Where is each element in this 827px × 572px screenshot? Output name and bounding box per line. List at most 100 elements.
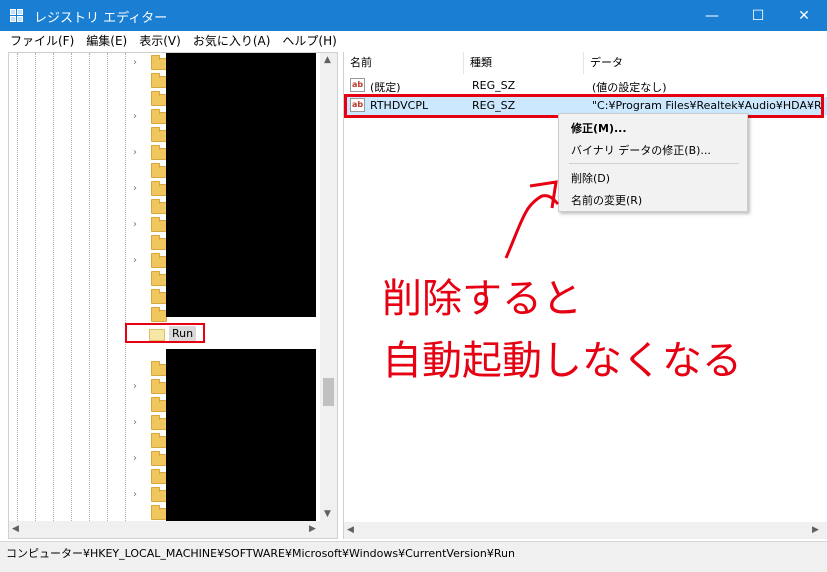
folder-icon (151, 415, 167, 430)
chevron-right-icon[interactable]: › (133, 417, 137, 428)
chevron-right-icon[interactable]: › (133, 183, 137, 194)
folder-icon (151, 397, 167, 412)
scroll-right-icon[interactable]: ▶ (309, 524, 316, 534)
context-menu: 修正(M)... バイナリ データの修正(B)... 削除(D) 名前の変更(R… (558, 113, 748, 212)
annotation-line-2: 自動起動しなくなる (382, 338, 742, 384)
menu-help[interactable]: ヘルプ(H) (276, 31, 342, 51)
maximize-button[interactable]: ☐ (735, 0, 781, 31)
tree-item[interactable] (129, 127, 169, 145)
scroll-left-icon[interactable]: ◀ (12, 524, 19, 534)
column-header-data[interactable]: データ (584, 52, 827, 74)
scroll-down-icon[interactable]: ▼ (324, 509, 331, 519)
folder-icon (151, 73, 167, 88)
folder-icon (151, 217, 167, 232)
context-menu-modify-binary[interactable]: バイナリ データの修正(B)... (571, 142, 711, 158)
tree-scroll-thumb[interactable] (323, 378, 334, 406)
folder-icon (151, 91, 167, 106)
tree-vertical-scrollbar[interactable]: ▲ ▼ (320, 53, 337, 523)
folder-icon (151, 109, 167, 124)
folder-icon (151, 271, 167, 286)
tree-item[interactable]: › (129, 379, 169, 397)
value-data: (値の設定なし) (592, 81, 667, 94)
tree-item[interactable] (129, 199, 169, 217)
chevron-right-icon[interactable]: › (133, 219, 137, 230)
chevron-right-icon[interactable]: › (133, 147, 137, 158)
menu-file[interactable]: ファイル(F) (4, 31, 80, 51)
folder-icon (151, 181, 167, 196)
folder-icon (151, 487, 167, 502)
window-title: レジストリ エディター (34, 11, 168, 26)
tree-item[interactable] (129, 163, 169, 181)
menu-edit[interactable]: 編集(E) (80, 31, 133, 51)
tree-item[interactable] (129, 469, 169, 487)
context-menu-modify[interactable]: 修正(M)... (571, 120, 627, 136)
menu-favorites[interactable]: お気に入り(A) (187, 31, 277, 51)
menu-bar: ファイル(F) 編集(E) 表示(V) お気に入り(A) ヘルプ(H) (0, 31, 827, 51)
tree-item[interactable]: › (129, 217, 169, 235)
status-registry-path: コンピューター¥HKEY_LOCAL_MACHINE¥SOFTWARE¥Micr… (6, 547, 515, 560)
context-menu-rename[interactable]: 名前の変更(R) (571, 192, 642, 208)
values-horizontal-scrollbar[interactable]: ◀ ▶ (344, 522, 827, 539)
tree-item[interactable]: › (129, 253, 169, 271)
chevron-right-icon[interactable]: › (133, 381, 137, 392)
folder-icon (151, 55, 167, 70)
tree-item[interactable]: › (129, 181, 169, 199)
tree-item[interactable]: › (129, 487, 169, 505)
title-bar[interactable]: レジストリ エディター — ☐ ✕ (0, 0, 827, 31)
tree-item[interactable]: › (129, 109, 169, 127)
chevron-right-icon[interactable]: › (133, 453, 137, 464)
folder-icon (151, 451, 167, 466)
menu-view[interactable]: 表示(V) (133, 31, 187, 51)
folder-icon (151, 127, 167, 142)
minimize-button[interactable]: — (689, 0, 735, 31)
chevron-right-icon[interactable]: › (133, 111, 137, 122)
folder-icon (151, 361, 167, 376)
tree-item[interactable]: › (129, 415, 169, 433)
scroll-left-icon[interactable]: ◀ (347, 525, 354, 535)
tree-item[interactable] (129, 235, 169, 253)
context-menu-separator (569, 163, 739, 164)
folder-icon (151, 145, 167, 160)
tree-item[interactable] (129, 73, 169, 91)
tree-item[interactable] (129, 289, 169, 307)
close-button[interactable]: ✕ (781, 0, 827, 31)
tree-item[interactable] (129, 361, 169, 379)
redacted-region-top (166, 53, 316, 317)
tree-item-run-highlighted[interactable]: Run (125, 323, 205, 343)
folder-icon (151, 505, 167, 520)
tree-item[interactable]: › (129, 145, 169, 163)
folder-icon (151, 469, 167, 484)
folder-icon (151, 433, 167, 448)
status-bar: コンピューター¥HKEY_LOCAL_MACHINE¥SOFTWARE¥Micr… (0, 541, 827, 572)
column-header-name[interactable]: 名前 (344, 52, 464, 74)
chevron-right-icon[interactable]: › (133, 255, 137, 266)
tree-item[interactable] (129, 91, 169, 109)
chevron-right-icon[interactable]: › (133, 489, 137, 500)
folder-icon (151, 199, 167, 214)
scroll-right-icon[interactable]: ▶ (812, 525, 819, 535)
chevron-right-icon[interactable]: › (133, 57, 137, 68)
tree-item-run-label: Run (169, 326, 197, 341)
tree-item[interactable]: › (129, 451, 169, 469)
folder-icon (151, 253, 167, 268)
registry-tree-pane[interactable]: › › › › › › › › › › Run ▲ ▼ ◀ ▶ (8, 52, 338, 539)
folder-icon (151, 163, 167, 178)
regedit-app-icon (10, 9, 24, 23)
tree-item[interactable] (129, 397, 169, 415)
value-name: (既定) (370, 81, 401, 94)
folder-open-icon (149, 329, 165, 341)
tree-item[interactable] (129, 271, 169, 289)
redacted-region-bottom (166, 349, 316, 523)
annotation-arrow-icon (504, 180, 560, 259)
folder-icon (151, 379, 167, 394)
annotation-line-1: 削除すると (382, 276, 582, 322)
tree-horizontal-scrollbar[interactable]: ◀ ▶ (9, 521, 337, 538)
folder-icon (151, 235, 167, 250)
column-header-type[interactable]: 種類 (464, 52, 584, 74)
value-row-default[interactable]: ab (既定) REG_SZ (値の設定なし) (344, 77, 827, 95)
tree-item[interactable] (129, 433, 169, 451)
tree-item[interactable]: › (129, 55, 169, 73)
folder-icon (151, 307, 167, 322)
scroll-up-icon[interactable]: ▲ (324, 55, 331, 65)
string-value-icon: ab (350, 78, 365, 92)
